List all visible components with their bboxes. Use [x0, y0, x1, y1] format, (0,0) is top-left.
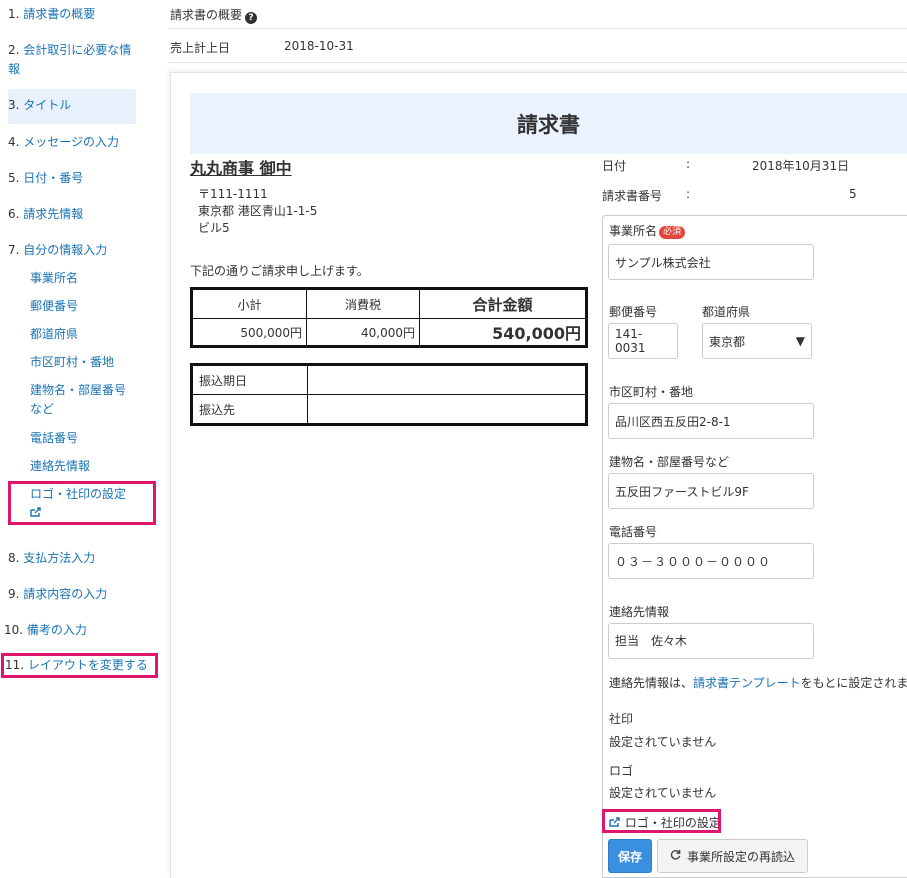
help-icon[interactable]: ?	[245, 12, 258, 24]
nav-sub-contact[interactable]: 連絡先情報	[30, 457, 140, 476]
nav-item-my-info[interactable]: 7. 自分の情報入力	[8, 241, 140, 260]
due-date-value	[307, 364, 587, 395]
subtotal-header: 小計	[191, 288, 307, 319]
nav-item-message[interactable]: 4. メッセージの入力	[8, 133, 140, 152]
date-colon: :	[686, 157, 691, 171]
invoice-title: 請求書	[190, 93, 907, 154]
nav-item-billing-info[interactable]: 6. 請求先情報	[8, 205, 140, 224]
client-name: 丸丸商事 御中	[190, 159, 292, 178]
contact-note: 連絡先情報は、請求書テンプレートをもとに設定されます	[609, 676, 907, 690]
nav-item-invoice-content[interactable]: 9. 請求内容の入力	[8, 585, 140, 604]
nav-item-notes[interactable]: 10. 備考の入力	[4, 621, 136, 640]
nav-sub-prefecture[interactable]: 都道府県	[30, 325, 140, 344]
overview-header: 請求書の概要?	[170, 6, 258, 24]
company-name-label: 事業所名 必須	[609, 222, 686, 239]
prefecture-label: 都道府県	[702, 305, 751, 319]
sales-date-value: 2018-10-31	[284, 39, 354, 53]
company-name-input[interactable]: サンプル株式会社	[608, 244, 814, 280]
amount-table: 小計 消費税 合計金額 500,000円 40,000円 540,000円	[190, 287, 588, 348]
postal-input[interactable]: 141-0031	[608, 323, 678, 359]
seal-value: 設定されていません	[609, 735, 717, 749]
phone-label: 電話番号	[609, 525, 658, 539]
save-button[interactable]: 保存	[608, 839, 652, 873]
total-header: 合計金額	[419, 288, 587, 319]
logo-label: ロゴ	[609, 764, 634, 778]
nav-sub-building[interactable]: 建物名・部屋番号など	[30, 381, 135, 419]
invoice-number-colon: :	[686, 187, 691, 201]
total-value: 540,000円	[419, 318, 587, 347]
bank-label: 振込先	[191, 394, 308, 425]
contact-textarea[interactable]: 担当 佐々木	[608, 623, 814, 659]
building-label: 建物名・部屋番号など	[609, 455, 730, 469]
tax-value: 40,000円	[306, 318, 420, 347]
date-label: 日付	[602, 159, 627, 173]
highlight-logo-seal-link	[602, 809, 721, 833]
invoice-template-link[interactable]: 請求書テンプレート	[693, 676, 801, 690]
invoice-number-value: 5	[849, 187, 857, 201]
bank-value	[307, 394, 587, 425]
nav-item-accounting-info[interactable]: 2. 会計取引に必要な情報	[8, 41, 138, 79]
postal-label: 郵便番号	[609, 305, 658, 319]
phone-input[interactable]: ０３－３０００－００００	[608, 543, 814, 579]
invoice-number-label: 請求書番号	[602, 189, 663, 203]
refresh-icon	[670, 849, 681, 863]
nav-item-title[interactable]: 3. タイトル	[8, 89, 136, 124]
seal-label: 社印	[609, 712, 634, 726]
divider	[168, 62, 907, 63]
client-address: 〒111-1111 東京都 港区青山1-1-5 ビル5	[198, 187, 318, 235]
required-badge: 必須	[659, 226, 686, 239]
highlight-logo-seal	[8, 481, 156, 525]
city-label: 市区町村・番地	[609, 385, 694, 399]
prefecture-select[interactable]: 東京都 ▼	[702, 323, 812, 359]
nav-sub-city[interactable]: 市区町村・番地	[30, 353, 140, 372]
due-date-label: 振込期日	[191, 364, 308, 395]
payment-table: 振込期日 振込先	[190, 363, 588, 426]
sidebar: 1. 請求書の概要 2. 会計取引に必要な情報 3. タイトル 4. メッセージ…	[0, 0, 160, 878]
nav-item-date-number[interactable]: 5. 日付・番号	[8, 169, 140, 188]
nav-sub-phone[interactable]: 電話番号	[30, 429, 140, 448]
invoice-message: 下記の通りご請求申し上げます。	[190, 264, 369, 278]
nav-item-overview[interactable]: 1. 請求書の概要	[8, 5, 140, 24]
subtotal-value: 500,000円	[191, 318, 307, 347]
nav-sub-company-name[interactable]: 事業所名	[30, 269, 140, 288]
divider	[168, 28, 907, 29]
logo-value: 設定されていません	[609, 786, 717, 800]
date-value: 2018年10月31日	[752, 159, 850, 173]
reload-company-settings-button[interactable]: 事業所設定の再読込	[657, 839, 808, 873]
sales-date-label: 売上計上日	[170, 41, 231, 55]
highlight-layout	[1, 653, 158, 678]
caret-down-icon: ▼	[795, 334, 805, 348]
tax-header: 消費税	[306, 288, 420, 319]
city-input[interactable]: 品川区西五反田2-8-1	[608, 403, 814, 439]
building-input[interactable]: 五反田ファーストビル9F	[608, 473, 814, 509]
contact-label: 連絡先情報	[609, 605, 670, 619]
nav-item-payment[interactable]: 8. 支払方法入力	[8, 549, 140, 568]
nav-sub-postal[interactable]: 郵便番号	[30, 297, 140, 316]
